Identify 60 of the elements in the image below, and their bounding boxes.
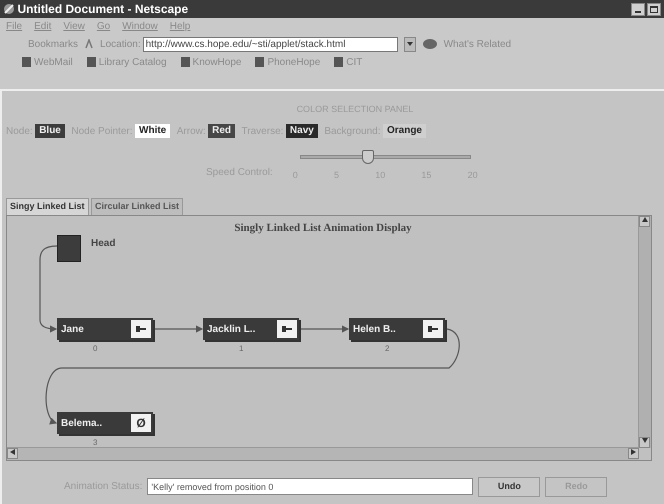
scroll-right-button[interactable] [628,448,639,458]
location-icon [84,39,94,49]
scroll-left-button[interactable] [7,448,18,458]
head-label: Head [91,236,116,250]
menu-item[interactable]: Go [96,19,110,34]
bookmarks-button[interactable]: Bookmarks [28,36,78,52]
slider-thumb[interactable] [362,150,374,164]
display-title: Singly Linked List Animation Display [233,220,413,236]
color-swatch[interactable]: Blue [35,124,65,138]
null-pointer: Ø [129,412,153,434]
bookmark-link[interactable]: PhoneHope [267,54,320,70]
node-index: 1 [239,342,244,354]
related-icon [422,38,438,50]
menu-item[interactable]: View [63,19,85,34]
bookmark-icon [86,57,96,67]
scroll-down-button[interactable] [639,436,650,448]
vertical-scrollbar[interactable] [638,216,651,448]
bookmark-link[interactable]: KnowHope [192,54,242,70]
node-index: 2 [385,342,390,354]
bookmark-icon [22,57,31,67]
dropdown-button[interactable] [404,36,416,52]
bookmark-icon [334,57,344,67]
maximize-button[interactable] [647,2,661,16]
tab[interactable]: Singy Linked List [6,198,89,214]
horizontal-scrollbar[interactable] [7,446,639,460]
caret-icon [406,42,413,46]
bookmark-link[interactable]: Library Catalog [98,54,167,70]
color-swatch[interactable]: Red [208,124,236,138]
menu-item[interactable]: Help [170,19,190,34]
bookmark-link[interactable]: CIT [346,54,362,70]
arrow-icon [642,216,648,223]
node-label: Jacklin L.. [203,318,275,340]
node-label: Belema.. [57,412,129,434]
window-title: Untitled Document - Netscape [18,1,190,18]
pointer-icon [428,324,438,332]
status-field[interactable]: 'Kelly' removed from position 0 [147,478,474,495]
color-swatch[interactable]: Orange [382,124,426,138]
location-field[interactable]: http://www.cs.hope.edu/~sti/applet/stack.html [142,36,398,52]
color-swatch[interactable]: Navy [286,124,318,138]
node-index: 3 [93,436,98,448]
menu-item[interactable]: File [6,19,22,34]
pointer-icon [136,324,146,332]
arrow-icon [10,448,16,455]
menu-item[interactable]: Window [122,19,158,34]
location-label: Location: [100,38,141,52]
color-swatch[interactable]: White [135,124,170,138]
menu-item[interactable]: Edit [34,19,52,34]
node-index: 0 [93,342,98,354]
bookmark-link[interactable]: WebMail [34,54,73,70]
scroll-up-button[interactable] [639,216,650,226]
bookmark-icon [180,57,190,67]
tab[interactable]: Circular Linked List [91,198,184,214]
node-label: Helen B.. [349,318,421,340]
head-node [57,234,81,262]
pointer-icon [282,324,292,332]
node-label: Jane [57,318,129,340]
minimize-button[interactable] [630,2,644,16]
action-button[interactable]: Undo [478,476,540,496]
whats-related-button[interactable]: What's Related [444,36,512,52]
bookmark-icon [255,57,264,67]
